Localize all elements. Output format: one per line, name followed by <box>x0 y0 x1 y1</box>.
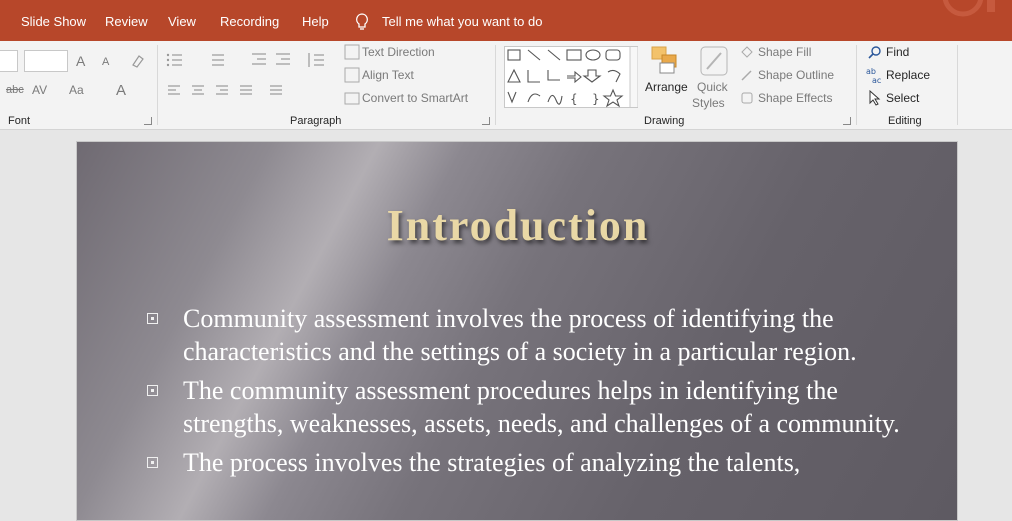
bullet-text: The community assessment procedures help… <box>183 376 900 438</box>
font-group-label: Font <box>8 115 31 127</box>
menu-help[interactable]: Help <box>302 14 329 29</box>
select-cursor-icon[interactable] <box>868 90 882 106</box>
clear-formatting-icon[interactable] <box>130 53 146 69</box>
svg-text:{: { <box>570 92 578 106</box>
slide-title[interactable]: Introduction <box>77 200 957 251</box>
shrink-font-button[interactable]: A <box>102 56 109 68</box>
group-separator <box>957 45 958 125</box>
align-text-button[interactable]: Align Text <box>362 68 414 82</box>
grow-font-button[interactable]: A <box>76 53 85 69</box>
bullet-text: Community assessment involves the proces… <box>183 304 857 366</box>
arrange-button[interactable]: Arrange <box>645 80 688 94</box>
shape-fill-icon[interactable] <box>740 45 754 59</box>
change-case-button[interactable]: Aa <box>69 83 84 97</box>
slide-editing-area[interactable]: Introduction Community assessment involv… <box>0 131 1012 521</box>
select-button[interactable]: Select <box>886 91 919 105</box>
bullet-item[interactable]: The process involves the strategies of a… <box>145 446 935 479</box>
bullet-item[interactable]: The community assessment procedures help… <box>145 374 935 440</box>
line-spacing-icon[interactable] <box>306 51 326 69</box>
replace-icon[interactable]: ab ac <box>866 66 884 84</box>
character-spacing-button[interactable]: AV <box>32 83 47 97</box>
quick-styles-button[interactable]: Styles <box>692 96 725 110</box>
bullet-marker-icon <box>147 313 158 324</box>
quick-styles-icon[interactable] <box>699 45 729 77</box>
svg-text:ac: ac <box>872 76 881 84</box>
svg-text:ab: ab <box>866 67 876 76</box>
drawing-dialog-launcher[interactable] <box>843 117 851 125</box>
align-text-icon[interactable] <box>344 67 360 83</box>
group-separator <box>495 45 496 125</box>
shape-effects-icon[interactable] <box>740 91 754 105</box>
arrange-icon[interactable] <box>650 45 682 75</box>
indent-icon[interactable] <box>250 52 294 68</box>
font-dialog-launcher[interactable] <box>144 117 152 125</box>
menu-slide-show[interactable]: Slide Show <box>21 14 86 29</box>
slide-canvas[interactable]: Introduction Community assessment involv… <box>76 141 958 521</box>
shapes-gallery[interactable]: { } <box>504 46 638 108</box>
font-name-dropdown[interactable] <box>0 50 18 72</box>
shape-outline-button[interactable]: Shape Outline <box>758 68 834 82</box>
svg-text:}: } <box>592 92 600 106</box>
text-direction-button[interactable]: Text Direction <box>362 45 435 59</box>
font-size-dropdown[interactable] <box>24 50 68 72</box>
bullets-numbering-icon[interactable] <box>166 52 230 68</box>
menu-review[interactable]: Review <box>105 14 148 29</box>
text-direction-icon[interactable] <box>344 44 360 60</box>
bullet-text: The process involves the strategies of a… <box>183 448 801 477</box>
replace-button[interactable]: Replace <box>886 68 930 82</box>
drawing-group-label: Drawing <box>644 115 685 127</box>
find-icon[interactable] <box>868 45 882 59</box>
menu-recording[interactable]: Recording <box>220 14 279 29</box>
paragraph-group-label: Paragraph <box>290 115 342 127</box>
shape-fill-button[interactable]: Shape Fill <box>758 45 811 59</box>
menu-bar: Slide Show Review View Recording Help Te… <box>0 0 1012 41</box>
font-color-button[interactable]: A <box>116 82 126 99</box>
alignment-buttons-icon[interactable] <box>166 84 286 98</box>
decorative-pattern-icon <box>942 0 995 17</box>
shape-effects-button[interactable]: Shape Effects <box>758 91 833 105</box>
find-button[interactable]: Find <box>886 45 909 59</box>
group-separator <box>157 45 158 125</box>
editing-group-label: Editing <box>888 115 922 127</box>
bullet-marker-icon <box>147 385 158 396</box>
strikethrough-button[interactable]: abc <box>6 84 24 96</box>
bullet-item[interactable]: Community assessment involves the proces… <box>145 302 935 368</box>
smartart-icon[interactable] <box>344 90 360 106</box>
quick-label: Quick <box>697 80 728 94</box>
menu-view[interactable]: View <box>168 14 196 29</box>
convert-smartart-button[interactable]: Convert to SmartArt <box>362 91 468 105</box>
bullet-marker-icon <box>147 457 158 468</box>
lightbulb-icon <box>356 13 368 30</box>
shape-outline-icon[interactable] <box>740 68 754 82</box>
slide-body-text[interactable]: Community assessment involves the proces… <box>145 302 935 485</box>
paragraph-dialog-launcher[interactable] <box>482 117 490 125</box>
ribbon: A A abc AV Aa A Font Text Direction Alig… <box>0 41 1012 130</box>
tell-me-search[interactable]: Tell me what you want to do <box>382 14 542 29</box>
group-separator <box>856 45 857 125</box>
